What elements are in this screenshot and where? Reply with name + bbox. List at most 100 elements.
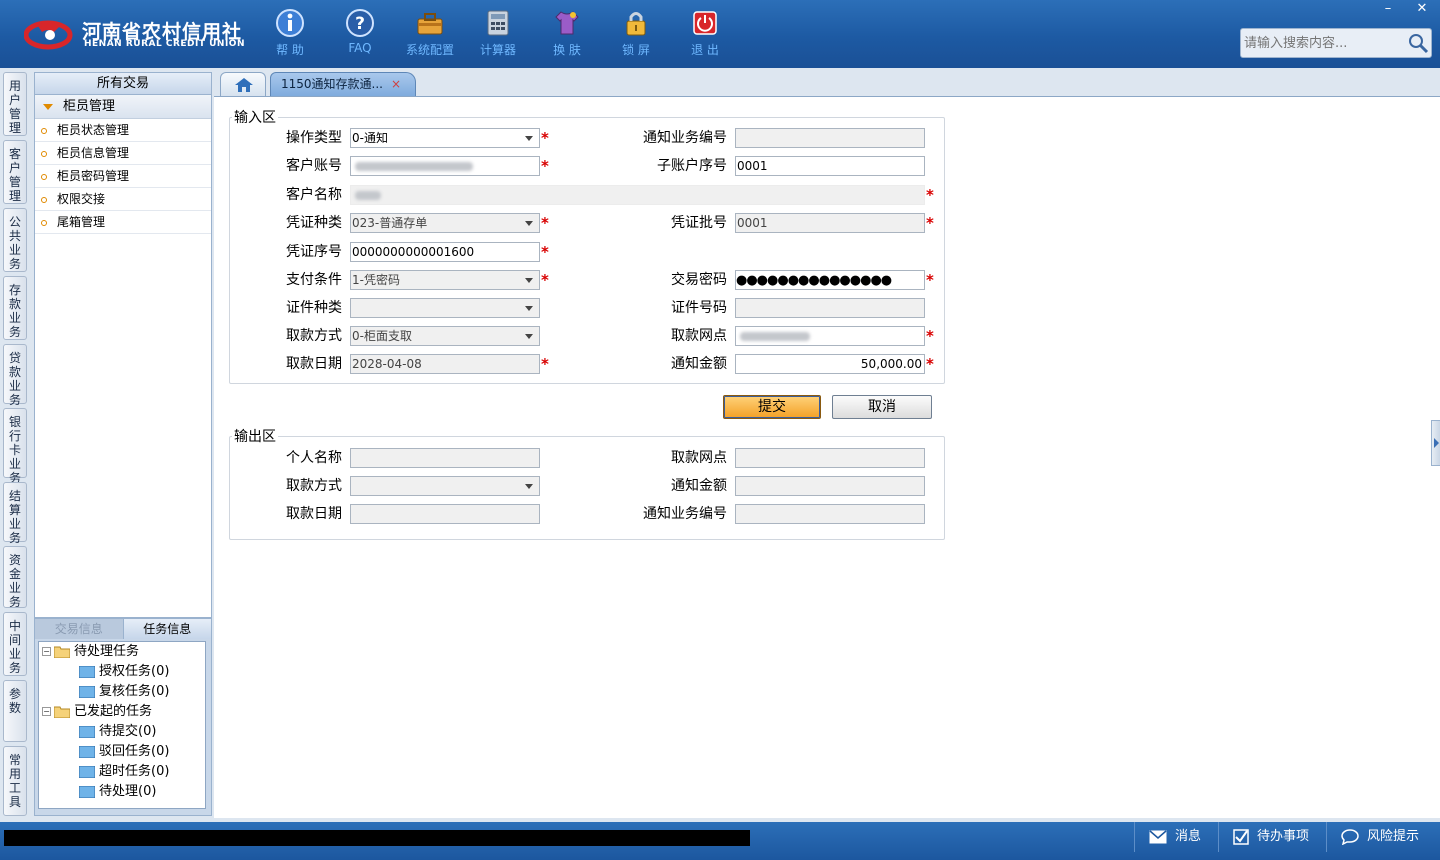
vnav-intermediary-business[interactable]: 中间业务 (3, 612, 27, 676)
power-icon (693, 11, 717, 35)
draw-date-field[interactable]: 2028-04-08 (350, 354, 540, 374)
vnav-fund-business[interactable]: 资金业务 (3, 546, 27, 609)
collapse-icon[interactable]: − (42, 707, 51, 716)
out-notice-amount-field[interactable] (735, 476, 925, 496)
sub-account-field[interactable]: 0001 (735, 156, 925, 176)
cancel-button[interactable]: 取消 (832, 395, 932, 419)
id-type-select[interactable] (350, 298, 540, 318)
redacted-value (355, 191, 381, 200)
menu-item-cash-box[interactable]: 尾箱管理 (35, 211, 211, 234)
teller-management-section[interactable]: 柜员管理 (35, 95, 211, 119)
tab-transaction-info[interactable]: 交易信息 (35, 619, 124, 639)
vnav-common-tools[interactable]: 常用工具 (3, 746, 27, 816)
required-mark: * (926, 186, 934, 204)
tab-home[interactable] (220, 72, 266, 96)
expand-triangle-icon (43, 103, 53, 110)
customer-name-field[interactable] (350, 185, 925, 205)
vnav-settlement-business[interactable]: 结算业务 (3, 482, 27, 545)
vnav-parameters[interactable]: 参数 (3, 680, 27, 742)
vnav-loan-business[interactable]: 贷款业务 (3, 344, 27, 407)
notice-no-field[interactable] (735, 128, 925, 148)
vnav-customer-management[interactable]: 客户管理 (3, 140, 27, 204)
required-mark: * (926, 214, 934, 232)
risk-alert-button[interactable]: 风险提示 (1326, 822, 1440, 852)
draw-branch-field[interactable] (735, 326, 925, 346)
tree-node-pending[interactable]: − 待处理任务 (42, 642, 139, 662)
bullet-icon (41, 173, 47, 180)
svg-text:?: ? (355, 14, 365, 34)
right-panel-toggle[interactable] (1431, 420, 1440, 466)
task-folder-icon (79, 725, 95, 738)
label-draw-branch: 取款网点 (671, 328, 727, 344)
draw-method-select[interactable]: 0-柜面支取 (350, 326, 540, 346)
close-window-button[interactable]: ✕ (1408, 0, 1436, 18)
main-workspace: 输入区 操作类型 0-通知 * 通知业务编号 客户账号 * 子账户序号 0001… (214, 96, 1440, 818)
notice-amount-field[interactable]: 50,000.00 (735, 354, 925, 374)
tab-close-icon[interactable]: × (391, 73, 401, 95)
exit-button[interactable]: 退 出 (672, 8, 738, 62)
vnav-card-business[interactable]: 银行卡业务 (3, 408, 27, 485)
out-draw-method-select[interactable] (350, 476, 540, 496)
pay-condition-select[interactable]: 1-凭密码 (350, 270, 540, 290)
task-folder-icon (79, 685, 95, 698)
out-draw-branch-field[interactable] (735, 448, 925, 468)
vnav-user-management[interactable]: 用户管理 (3, 72, 27, 136)
out-notice-no-field[interactable] (735, 504, 925, 524)
brand-name-en: HENAN RURAL CREDIT UNION (84, 39, 245, 49)
search-box (1240, 28, 1432, 58)
output-area-legend: 输出区 (234, 429, 276, 445)
id-no-field[interactable] (735, 298, 925, 318)
all-transactions-header[interactable]: 所有交易 (35, 73, 211, 95)
input-area-legend: 输入区 (234, 110, 276, 126)
menu-item-permission-handover[interactable]: 权限交接 (35, 188, 211, 211)
menu-item-teller-password[interactable]: 柜员密码管理 (35, 165, 211, 188)
menu-item-teller-status[interactable]: 柜员状态管理 (35, 119, 211, 142)
account-field[interactable] (350, 156, 540, 176)
out-draw-date-field[interactable] (350, 504, 540, 524)
brand-logo: 河南省农村信用社 HENAN RURAL CREDIT UNION (24, 12, 245, 56)
tree-node-review-tasks[interactable]: 复核任务(0) (79, 682, 169, 702)
tree-node-rejected[interactable]: 驳回任务(0) (79, 742, 169, 762)
info-icon (276, 9, 304, 37)
voucher-seq-field[interactable]: 0000000000001600 (350, 242, 540, 262)
search-icon[interactable] (1407, 32, 1429, 54)
help-button[interactable]: 帮 助 (257, 8, 323, 62)
vnav-public-business[interactable]: 公共业务 (3, 208, 27, 272)
status-message-area (4, 830, 750, 846)
search-input[interactable] (1244, 33, 1404, 53)
tree-node-initiated[interactable]: − 已发起的任务 (42, 702, 152, 722)
required-mark: * (926, 327, 934, 345)
tree-node-auth-tasks[interactable]: 授权任务(0) (79, 662, 169, 682)
vnav-deposit-business[interactable]: 存款业务 (3, 276, 27, 340)
tab-notice-deposit[interactable]: 1150通知存款通... × (270, 72, 416, 96)
menu-item-teller-info[interactable]: 柜员信息管理 (35, 142, 211, 165)
out-person-name-field[interactable] (350, 448, 540, 468)
task-folder-icon (79, 785, 95, 798)
mail-icon (1149, 829, 1167, 843)
messages-button[interactable]: 消息 (1134, 822, 1226, 852)
change-skin-button[interactable]: 换 肤 (534, 8, 600, 62)
home-icon (235, 78, 253, 92)
lock-screen-button[interactable]: 锁 屏 (603, 8, 669, 62)
tree-node-to-submit[interactable]: 待提交(0) (79, 722, 156, 742)
voucher-batch-field[interactable]: 0001 (735, 213, 925, 233)
op-type-select[interactable]: 0-通知 (350, 128, 540, 148)
calculator-button[interactable]: 计算器 (465, 8, 531, 62)
submit-button[interactable]: 提交 (723, 395, 821, 419)
toolbox-icon (417, 13, 443, 35)
vertical-module-nav: 用户管理 客户管理 公共业务 存款业务 贷款业务 银行卡业务 结算业务 资金业务… (0, 68, 30, 822)
voucher-type-select[interactable]: 023-普通存单 (350, 213, 540, 233)
tree-node-to-process[interactable]: 待处理(0) (79, 782, 156, 802)
label-notice-amount: 通知金额 (671, 356, 727, 372)
label-account: 客户账号 (286, 158, 342, 174)
trans-password-field[interactable]: ●●●●●●●●●●●●●●● (735, 270, 925, 290)
system-config-button[interactable]: 系统配置 (397, 8, 463, 62)
tab-task-info[interactable]: 任务信息 (123, 619, 211, 639)
folder-open-icon (54, 706, 70, 718)
chat-bubble-icon (1341, 828, 1359, 845)
faq-button[interactable]: ? FAQ (327, 8, 393, 62)
tree-node-timeout[interactable]: 超时任务(0) (79, 762, 169, 782)
todo-button[interactable]: 待办事项 (1218, 822, 1324, 852)
collapse-icon[interactable]: − (42, 647, 51, 656)
minimize-button[interactable]: – (1374, 0, 1402, 18)
